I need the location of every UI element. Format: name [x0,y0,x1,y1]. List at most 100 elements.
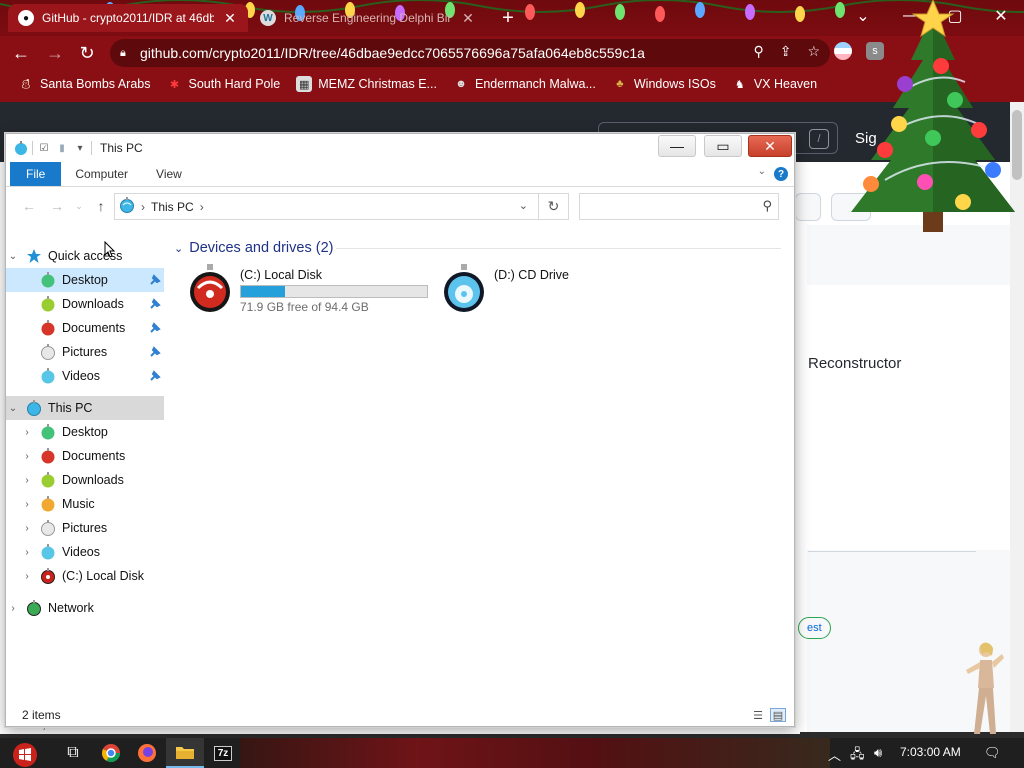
drive-name: (C:) Local Disk [240,268,322,282]
back-arrow-icon[interactable]: ← [20,197,38,215]
star-icon[interactable]: ☆ [807,43,820,60]
new-tab-button[interactable]: + [496,6,520,30]
properties-icon[interactable]: ☑ [37,141,51,155]
minimize-button[interactable]: — [658,135,696,157]
group-header-devices-and-drives[interactable]: ⌄ Devices and drives (2) [174,240,333,256]
bookmark-label: Endermanch Malwa... [474,77,596,91]
chevron-right-icon[interactable]: › [20,547,34,558]
chevron-down-icon[interactable]: ⌄ [6,403,20,414]
bookmark-south-hard-pole[interactable]: ✱ South Hard Pole [166,76,280,92]
file-explorer-icon[interactable] [166,738,204,768]
github-button[interactable] [795,193,821,221]
bookmark-memz-christmas[interactable]: ▦ MEMZ Christmas E... [296,76,437,92]
breadcrumb[interactable]: This PC [151,200,194,214]
sidebar-item-pc-music[interactable]: › Music [6,492,164,516]
sidebar-item-pc-downloads[interactable]: › Downloads [6,468,164,492]
bookmark-santa-bombs-arabs[interactable]: ⛄︎ Santa Bombs Arabs [18,76,151,92]
7zip-icon[interactable]: 7z [204,738,242,768]
breadcrumb-separator-icon[interactable]: › [141,200,145,214]
bookmark-endermanch-malware[interactable]: ☻ Endermanch Malwa... [453,76,596,92]
up-arrow-icon[interactable]: ↑ [92,197,110,215]
close-tab-icon[interactable]: ✕ [460,10,476,27]
drive-c-tile[interactable]: (C:) Local Disk 71.9 GB free of 94.4 GB [188,264,428,316]
tab-reverse-engineering[interactable]: W Reverse Engineering Delphi Bina ✕ [250,4,486,32]
search-icon[interactable]: ⚲ [753,43,763,60]
explorer-address-bar[interactable]: › This PC › ⌄ ↻ [114,193,569,220]
reload-icon[interactable]: ↻ [74,40,100,66]
close-button[interactable]: ✕ [748,135,792,157]
address-row: ← → ⌄ ↑ › This PC › ⌄ ↻ ⚲ [6,187,794,223]
chevron-right-icon[interactable]: › [20,475,34,486]
chevron-right-icon[interactable]: › [6,603,20,614]
sidebar-item-videos[interactable]: Videos [6,364,164,388]
pin-icon[interactable] [148,345,162,359]
pin-icon[interactable] [148,321,162,335]
drive-d-tile[interactable]: (D:) CD Drive [442,264,569,316]
sidebar-item-network[interactable]: › Network [6,596,164,620]
chevron-down-icon[interactable]: ⌄ [174,242,183,255]
sidebar-item-quick-access[interactable]: ⌄ Quick access [6,244,164,268]
sidebar-item-downloads[interactable]: Downloads [6,292,164,316]
tab-title: GitHub - crypto2011/IDR at 46db [42,11,214,25]
sidebar-item-pc-local-disk[interactable]: › (C:) Local Disk [6,564,164,588]
github-release-pill[interactable]: est [798,617,831,639]
breadcrumb-separator-icon[interactable]: › [200,200,204,214]
wordpress-favicon-icon: W [260,10,276,26]
share-icon[interactable]: ⇪ [780,43,792,60]
forward-arrow-icon[interactable]: → [48,197,66,215]
details-view-icon[interactable]: ☰ [750,708,766,722]
chevron-down-icon[interactable]: ⌄ [6,251,20,262]
expand-ribbon-icon[interactable]: ⌄ [758,166,766,177]
pin-icon[interactable] [148,297,162,311]
chevron-down-icon[interactable]: ▾ [73,141,87,155]
start-button[interactable] [6,738,44,768]
task-view-icon[interactable]: ⧉ [54,738,92,768]
search-input[interactable]: ⚲ [579,193,779,220]
chevron-right-icon[interactable]: › [20,571,34,582]
refresh-icon[interactable]: ↻ [538,194,568,219]
chevron-right-icon[interactable]: › [20,451,34,462]
new-folder-icon[interactable]: ▮ [55,141,69,155]
tab-view[interactable]: View [142,162,196,186]
firefox-icon[interactable] [128,738,166,768]
recent-locations-icon[interactable]: ⌄ [70,197,88,215]
chevron-right-icon[interactable]: › [20,523,34,534]
chevron-right-icon[interactable]: › [20,427,34,438]
divider [336,248,781,249]
chevron-right-icon[interactable]: › [20,499,34,510]
sidebar-item-pictures[interactable]: Pictures [6,340,164,364]
sidebar-item-pc-desktop[interactable]: › Desktop [6,420,164,444]
sidebar-item-pc-videos[interactable]: › Videos [6,540,164,564]
capacity-bar-fill [241,286,286,297]
tab-github[interactable]: ● GitHub - crypto2011/IDR at 46db ✕ [8,4,248,32]
tab-file[interactable]: File [10,162,62,186]
notifications-icon[interactable]: 🗨︎ [984,745,1001,761]
volume-icon[interactable]: 🔊︎ [874,745,882,761]
sidebar-item-this-pc[interactable]: ⌄ This PC [6,396,164,420]
chevron-down-icon[interactable]: ⌄ [519,199,528,212]
taskbar-clock[interactable]: 7:03:00 AM [900,745,961,759]
large-icons-view-icon[interactable]: ▤ [770,708,786,722]
maximize-button[interactable]: ▭ [704,135,742,157]
tab-computer[interactable]: Computer [61,162,142,186]
explorer-titlebar[interactable]: ☑ ▮ ▾ This PC — ▭ ✕ [6,134,794,162]
sidebar-item-pc-documents[interactable]: › Documents [6,444,164,468]
bookmark-windows-isos[interactable]: ♣ Windows ISOs [612,76,716,92]
pictures-ornament-icon [41,344,55,360]
back-arrow-icon[interactable]: ← [8,40,34,66]
sidebar-item-desktop[interactable]: Desktop [6,268,164,292]
network-icon[interactable]: 🖧︎ [850,745,865,767]
sidebar-item-documents[interactable]: Documents [6,316,164,340]
close-tab-icon[interactable]: ✕ [222,10,238,27]
bookmark-vx-heaven[interactable]: ♞ VX Heaven [732,76,817,92]
pin-icon[interactable] [148,273,162,287]
sidebar-item-label: Desktop [62,273,108,287]
bookmark-label: MEMZ Christmas E... [318,77,437,91]
forward-arrow-icon[interactable]: → [42,40,68,66]
pin-icon[interactable] [148,369,162,383]
address-bar[interactable]: 🔒︎ github.com/crypto2011/IDR/tree/46dbae… [110,39,830,67]
show-hidden-icons-icon[interactable]: ︿ [828,745,841,764]
help-icon[interactable]: ? [774,167,788,181]
chrome-icon[interactable] [92,738,130,768]
sidebar-item-pc-pictures[interactable]: › Pictures [6,516,164,540]
